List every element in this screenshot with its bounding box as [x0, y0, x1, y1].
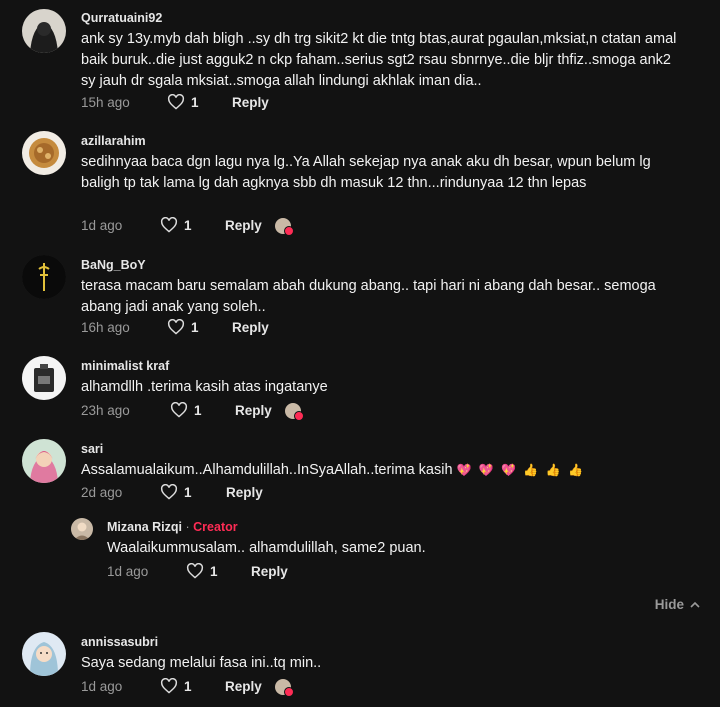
heart-outline-icon [186, 563, 204, 579]
avatar[interactable] [71, 518, 93, 540]
like-button[interactable]: 1 [167, 94, 199, 110]
like-button[interactable]: 1 [167, 319, 199, 335]
comment-text: ank sy 13y.myb dah bligh ..sy dh trg sik… [81, 31, 677, 89]
like-button[interactable]: 1 [160, 678, 192, 694]
comment-meta: 15h ago 1 Reply [81, 94, 381, 113]
reply-button[interactable]: Reply [232, 95, 269, 110]
like-count: 1 [194, 402, 202, 418]
heart-outline-icon [160, 217, 178, 233]
hide-label: Hide [654, 597, 684, 612]
hide-replies-button[interactable]: Hide [655, 597, 700, 612]
avatar[interactable] [22, 255, 66, 299]
like-count: 1 [210, 563, 218, 579]
like-count: 1 [191, 94, 199, 110]
creator-liked-avatar-icon [275, 218, 294, 236]
like-count: 1 [184, 217, 192, 233]
creator-username[interactable]: Mizana Rizqi [107, 520, 182, 534]
reply-button[interactable]: Reply [232, 320, 269, 335]
like-button[interactable]: 1 [160, 484, 192, 500]
avatar[interactable] [22, 439, 66, 483]
creator-liked-avatar-icon [275, 679, 294, 697]
reply-header: Mizana Rizqi · Creator [107, 519, 680, 535]
comment-time: 1d ago [81, 679, 123, 694]
heart-outline-icon [160, 484, 178, 500]
comment-username[interactable]: azillarahim [81, 133, 680, 149]
comment-meta: 2d ago 1 Reply [81, 484, 381, 503]
reply-time: 1d ago [107, 564, 149, 579]
comment-meta: 23h ago 1 Reply [81, 402, 381, 421]
reply-text: Waalaikummusalam.. alhamdulillah, same2 … [107, 540, 426, 556]
chevron-up-icon [690, 601, 700, 608]
comment-text: Assalamualaikum..Alhamdulillah..InSyaAll… [81, 460, 680, 481]
avatar[interactable] [22, 131, 66, 175]
comment-time: 15h ago [81, 95, 130, 110]
like-count: 1 [191, 319, 199, 335]
like-count: 1 [184, 678, 192, 694]
comment-text: terasa macam baru semalam abah dukung ab… [81, 278, 656, 315]
creator-liked-avatar-icon [285, 403, 304, 421]
reply-button[interactable]: Reply [251, 564, 288, 579]
comment-time: 23h ago [81, 403, 130, 418]
reply-meta: 1d ago 1 Reply [107, 563, 407, 582]
comment-time: 16h ago [81, 320, 130, 335]
creator-badge: Creator [193, 520, 238, 534]
comment-username[interactable]: annissasubri [81, 634, 680, 650]
heart-outline-icon [170, 402, 188, 418]
comment-username[interactable]: BaNg_BoY [81, 257, 680, 273]
comment-time: 1d ago [81, 218, 123, 233]
comment-text: Saya sedang melalui fasa ini..tq min.. [81, 655, 322, 671]
separator-dot: · [185, 520, 190, 534]
avatar[interactable] [22, 356, 66, 400]
comment-username[interactable]: minimalist kraf [81, 358, 680, 374]
comment-text: sedihnyaa baca dgn lagu nya lg..Ya Allah… [81, 154, 651, 191]
reply-button[interactable]: Reply [225, 679, 262, 694]
comment-meta: 1d ago 1 Reply [81, 217, 381, 236]
like-button[interactable]: 1 [186, 563, 218, 579]
comment-time: 2d ago [81, 485, 123, 500]
comment-meta: 1d ago 1 Reply [81, 678, 381, 697]
avatar[interactable] [22, 9, 66, 53]
comment-text-body: Assalamualaikum..Alhamdulillah..InSyaAll… [81, 462, 453, 478]
reply-button[interactable]: Reply [235, 403, 272, 418]
reply-button[interactable]: Reply [226, 485, 263, 500]
avatar[interactable] [22, 632, 66, 676]
heart-outline-icon [167, 94, 185, 110]
like-button[interactable]: 1 [170, 402, 202, 418]
comment-text: alhamdllh .terima kasih atas ingatanye [81, 379, 328, 395]
like-button[interactable]: 1 [160, 217, 192, 233]
reply-button[interactable]: Reply [225, 218, 262, 233]
emoji-group: 💖 💖 💖 👍 👍 👍 [456, 463, 585, 477]
comment-meta: 16h ago 1 Reply [81, 319, 381, 338]
heart-outline-icon [167, 319, 185, 335]
like-count: 1 [184, 484, 192, 500]
comment-username[interactable]: sari [81, 441, 680, 457]
comment-username[interactable]: Qurratuaini92 [81, 10, 680, 26]
heart-outline-icon [160, 678, 178, 694]
